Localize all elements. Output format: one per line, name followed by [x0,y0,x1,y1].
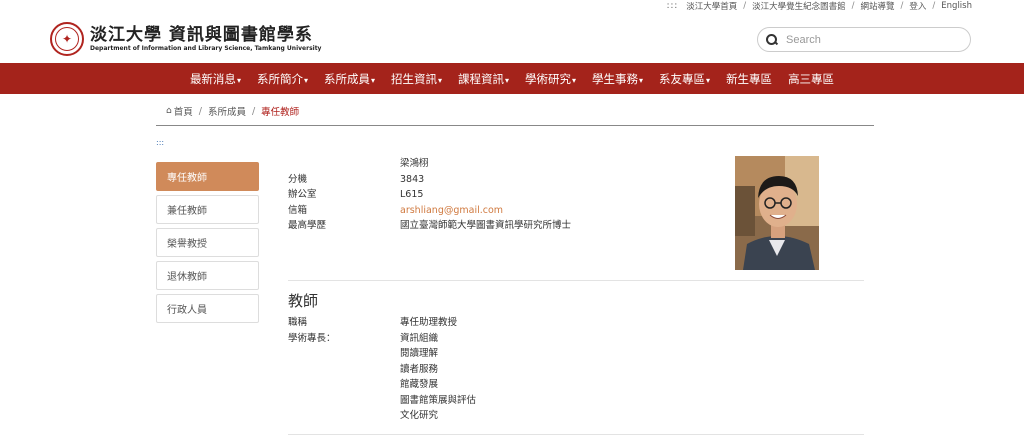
education-value: 國立臺灣師範大學圖書資訊學研究所博士 [400,220,572,231]
list-item: 資訊組織 [400,332,439,344]
separator: / [251,105,256,117]
separator: / [851,1,855,11]
nav-about[interactable]: 系所簡介▾ [249,71,316,87]
caret-down-icon: ▾ [303,75,308,85]
caret-down-icon: ▾ [370,75,375,85]
email-link[interactable]: arshliang@gmail.com [400,203,503,219]
sidebar-item-fulltime[interactable]: 專任教師 [156,162,259,191]
nav-student-affairs[interactable]: 學生事務▾ [584,71,651,87]
breadcrumb-current[interactable]: 專任教師 [261,104,299,118]
breadcrumb-home[interactable]: 首頁 [174,104,193,118]
separator: / [198,105,202,117]
specialty-list: 資訊組織 閱讀理解 讀者服務 館藏發展 圖書館策展與評估 文化研究 [400,331,476,424]
nav-news[interactable]: 最新消息▾ [182,71,249,87]
profile-info: 梁鴻栩 分機 3843 辦公室 L615 信箱 arshliang@gmail.com… [288,156,571,234]
nav-research[interactable]: 學術研究▾ [517,71,584,87]
teacher-section-title: 教師 [288,292,319,310]
link-english[interactable]: English [941,1,972,11]
caret-down-icon: ▾ [437,75,442,85]
link-sitemap[interactable]: 網站導覽 [861,0,895,12]
search-input[interactable] [786,33,956,46]
separator: / [743,1,747,11]
link-login[interactable]: 登入 [909,0,926,12]
list-item: 閱讀理解 [400,348,439,359]
caret-down-icon: ▾ [505,75,510,85]
nav-members[interactable]: 系所成員▾ [316,71,383,87]
office-label: 辦公室 [288,189,317,200]
list-item: 圖書館策展與評估 [400,394,477,406]
nav-admissions[interactable]: 招生資訊▾ [383,71,450,87]
profile-photo [735,156,819,270]
separator: / [900,1,904,11]
university-seal-icon: ✦ [50,22,84,56]
list-item: 文化研究 [400,410,439,421]
caret-down-icon: ▾ [639,75,644,85]
logo-title-zh: 淡江大學 資訊與圖書館學系 [90,25,313,45]
nav-alumni[interactable]: 系友專區▾ [651,71,718,87]
link-library[interactable]: 淡江大學覺生紀念圖書館 [752,0,846,12]
position-value: 專任助理教授 [400,317,458,328]
main-nav: 最新消息▾ 系所簡介▾ 系所成員▾ 招生資訊▾ 課程資訊▾ 學術研究▾ 學生事務… [0,63,1024,94]
site-logo[interactable]: ✦ 淡江大學 資訊與圖書館學系 Department of Informatio… [50,22,321,56]
top-links: ::: 淡江大學首頁 / 淡江大學覺生紀念圖書館 / 網站導覽 / 登入 / E… [667,0,972,12]
sidebar: 專任教師 兼任教師 榮譽教授 退休教師 行政人員 [156,162,259,327]
home-icon: ⌂ [166,106,172,116]
sidebar-item-staff[interactable]: 行政人員 [156,294,259,323]
sidebar-item-retired[interactable]: 退休教師 [156,261,259,290]
divider [156,125,874,126]
nav-freshmen[interactable]: 新生專區 [718,71,780,87]
link-tku-home[interactable]: 淡江大學首頁 [686,0,737,12]
education-label: 最高學歷 [288,220,327,231]
office-value: L615 [400,189,424,200]
divider [288,280,864,281]
sidebar-item-emeritus[interactable]: 榮譽教授 [156,228,259,257]
breadcrumb-members[interactable]: 系所成員 [208,104,246,118]
nav-senior-high[interactable]: 高三專區 [780,71,842,87]
list-item: 館藏發展 [400,379,439,390]
extension-label: 分機 [288,173,308,185]
position-label: 職稱 [288,317,308,328]
caret-down-icon: ▾ [236,75,241,85]
nav-courses[interactable]: 課程資訊▾ [450,71,517,87]
email-label: 信箱 [288,204,308,216]
teacher-info: 職稱 專任助理教授 學術專長： 資訊組織 閱讀理解 讀者服務 館藏發展 圖書館策展… [288,315,476,424]
divider [288,434,864,435]
logo-title-en: Department of Information and Library Sc… [90,45,322,52]
sidebar-item-parttime[interactable]: 兼任教師 [156,195,259,224]
caret-down-icon: ▾ [572,75,577,85]
accesskey-icon[interactable]: ::: [667,1,679,11]
search-icon[interactable] [766,33,778,46]
search-box [757,27,971,52]
separator: / [932,1,936,11]
profile-name: 梁鴻栩 [400,158,429,169]
extension-value: 3843 [400,173,425,185]
breadcrumb: ⌂ 首頁 / 系所成員 / 專任教師 [166,104,299,119]
list-item: 讀者服務 [400,363,439,375]
accesskey-anchor[interactable]: ::: [156,138,164,147]
caret-down-icon: ▾ [706,75,711,85]
specialty-label: 學術專長： [288,332,336,344]
